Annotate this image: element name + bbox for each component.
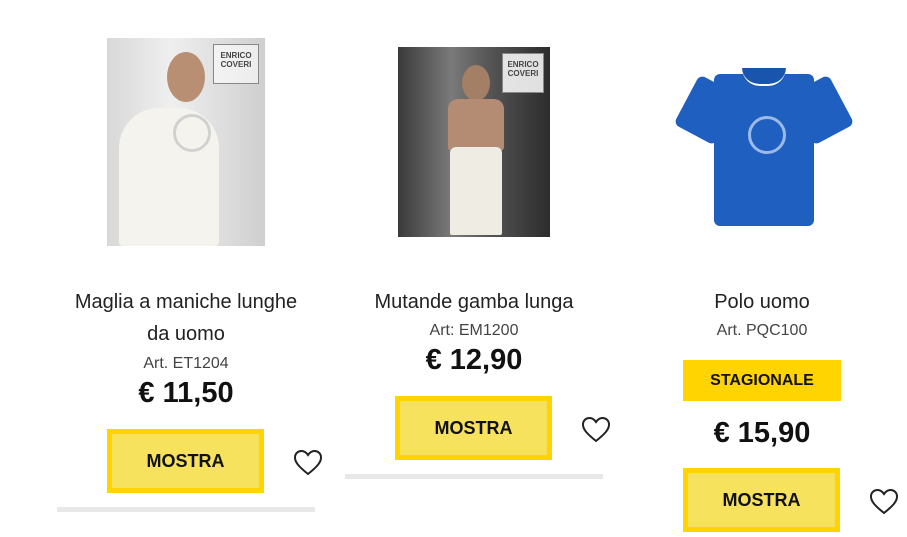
product-article: Art: EM1200	[429, 322, 519, 339]
brand-tag: ENRICO COVERI	[502, 53, 544, 93]
card-divider	[57, 507, 315, 512]
product-price: € 12,90	[425, 344, 523, 376]
show-button[interactable]: MOSTRA	[683, 468, 840, 532]
heart-outline-icon[interactable]	[582, 417, 610, 443]
product-price: € 15,90	[713, 417, 811, 449]
heart-outline-icon[interactable]	[294, 450, 322, 476]
card-divider	[345, 474, 603, 479]
product-title[interactable]: Polo uomo	[632, 286, 892, 318]
brand-logo-icon	[748, 116, 786, 154]
model-head-shape	[167, 52, 205, 102]
product-price: € 11,50	[138, 377, 234, 409]
seasonal-badge: STAGIONALE	[683, 360, 841, 401]
product-article: Art. ET1204	[143, 355, 229, 372]
show-button[interactable]: MOSTRA	[107, 429, 264, 493]
model-torso-shape	[448, 99, 504, 151]
product-article: Art. PQC100	[716, 322, 808, 339]
show-button[interactable]: MOSTRA	[395, 396, 552, 460]
product-title[interactable]: Mutande gamba lunga	[345, 286, 603, 318]
brand-logo-icon	[173, 114, 211, 152]
product-title-line1: Maglia a maniche lunghe	[74, 291, 298, 313]
brand-tag: ENRICO COVERI	[213, 44, 259, 84]
long-underpants-shape	[450, 147, 502, 235]
product-title-line2: da uomo	[147, 323, 225, 345]
product-image[interactable]: ENRICO COVERI	[107, 38, 265, 246]
model-head-shape	[462, 65, 490, 101]
polo-shirt-shape	[673, 54, 855, 226]
product-image[interactable]	[670, 50, 858, 230]
heart-outline-icon[interactable]	[870, 489, 898, 515]
product-image[interactable]: ENRICO COVERI	[398, 47, 550, 237]
product-title[interactable]: Maglia a maniche lunghe da uomo	[57, 286, 315, 350]
